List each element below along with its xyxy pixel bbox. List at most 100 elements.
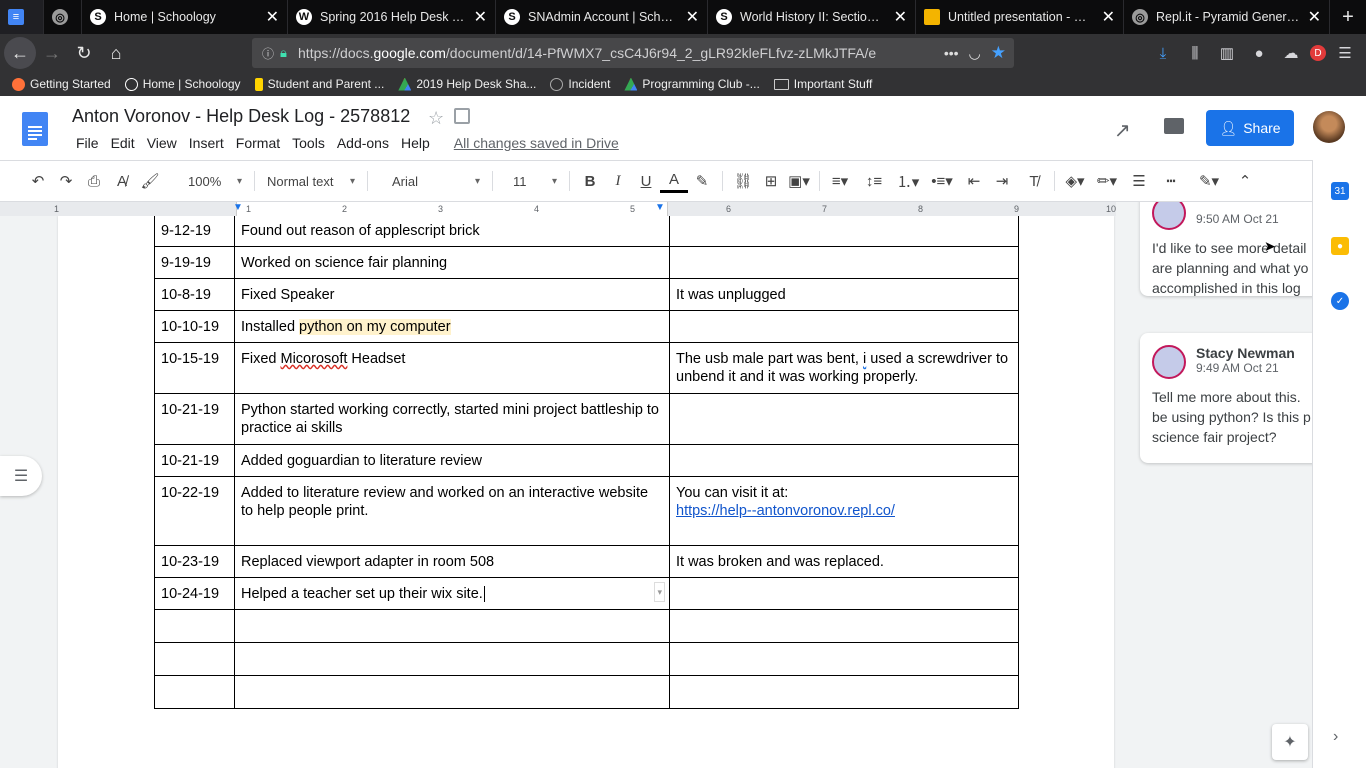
date-cell[interactable]: 10-22-19 bbox=[154, 476, 235, 546]
table-row[interactable]: 10-21-19 Added goguardian to literature r… bbox=[154, 444, 1019, 477]
style-select[interactable]: Normal text bbox=[261, 167, 361, 195]
table-row[interactable]: 10-23-19 Replaced viewport adapter in roo… bbox=[154, 545, 1019, 578]
notes-cell[interactable]: It was unplugged bbox=[669, 278, 1019, 311]
collapse-toolbar-icon[interactable]: ⌃ bbox=[1231, 167, 1259, 195]
table-row[interactable]: 9-12-19 Found out reason of applescript b… bbox=[154, 216, 1019, 247]
close-icon[interactable]: ✕ bbox=[1308, 7, 1321, 27]
tab-snadmin[interactable]: S SNAdmin Account | Schoolo ✕ bbox=[496, 0, 708, 34]
notes-cell[interactable] bbox=[669, 246, 1019, 279]
notes-cell[interactable] bbox=[669, 310, 1019, 343]
notes-cell[interactable]: You can visit it at: https://help--antonv… bbox=[669, 476, 1019, 546]
highlight-icon[interactable]: ✎ bbox=[688, 167, 716, 195]
table-row[interactable]: 10-8-19 Fixed Speaker It was unplugged bbox=[154, 278, 1019, 311]
empty-cell[interactable] bbox=[154, 642, 235, 676]
table-row[interactable]: 10-21-19 Python started working correctly… bbox=[154, 393, 1019, 445]
bookmark-incident[interactable]: Incident bbox=[550, 77, 610, 91]
increase-indent-icon[interactable]: ⇥ bbox=[988, 167, 1016, 195]
tasks-icon[interactable]: ✓ bbox=[1331, 292, 1349, 310]
work-cell[interactable]: Python started working correctly, starte… bbox=[234, 393, 670, 445]
table-row[interactable]: 10-24-19 Helped a teacher set up their wi… bbox=[154, 577, 1019, 610]
notes-cell[interactable]: The usb male part was bent, i used a scr… bbox=[669, 342, 1019, 394]
border-width-icon[interactable]: ☰ bbox=[1125, 167, 1153, 195]
clear-formatting-icon[interactable]: T̸ bbox=[1020, 167, 1048, 195]
notes-cell[interactable] bbox=[669, 577, 1019, 610]
empty-cell[interactable] bbox=[234, 675, 670, 709]
work-cell[interactable]: Fixed Speaker bbox=[234, 278, 670, 311]
library-icon[interactable]: ⫼ bbox=[1182, 40, 1208, 66]
download-icon[interactable]: ⤓ bbox=[1150, 40, 1176, 66]
italic-icon[interactable]: I bbox=[604, 167, 632, 195]
add-comment-icon[interactable]: ⊞ bbox=[757, 167, 785, 195]
move-to-folder-icon[interactable] bbox=[454, 108, 470, 124]
table-row[interactable]: 10-10-19 Installed python on my computer bbox=[154, 310, 1019, 343]
help-desk-log-table[interactable]: 9-12-19 Found out reason of applescript b… bbox=[154, 216, 1019, 709]
tab-docs[interactable]: ≡ bbox=[0, 0, 44, 34]
print-icon[interactable]: ⎙ bbox=[80, 167, 108, 195]
menu-file[interactable]: File bbox=[70, 135, 105, 151]
explore-button[interactable]: ✦ bbox=[1272, 724, 1308, 760]
reload-button[interactable]: ↻ bbox=[68, 37, 100, 69]
menu-help[interactable]: Help bbox=[395, 135, 436, 151]
date-cell[interactable]: 10-15-19 bbox=[154, 342, 235, 394]
paint-format-icon[interactable]: 🖌︎ bbox=[136, 167, 164, 195]
date-cell[interactable]: 9-19-19 bbox=[154, 246, 235, 279]
link-icon[interactable]: ⛓ bbox=[729, 167, 757, 195]
menu-edit[interactable]: Edit bbox=[105, 135, 141, 151]
ruler[interactable]: 1 1 2 3 4 5 6 7 8 9 10 ▼ ▼ bbox=[0, 202, 1116, 216]
home-button[interactable]: ⌂ bbox=[100, 37, 132, 69]
extension-icon[interactable]: ☁ bbox=[1278, 40, 1304, 66]
sidebar-icon[interactable]: ▥ bbox=[1214, 40, 1240, 66]
avatar[interactable] bbox=[1313, 111, 1345, 143]
zoom-select[interactable]: 100% bbox=[182, 167, 248, 195]
comment-card[interactable]: Stacy Newman 9:49 AM Oct 21 Tell me more… bbox=[1140, 333, 1312, 463]
date-cell[interactable]: 10-21-19 bbox=[154, 444, 235, 477]
empty-cell[interactable] bbox=[154, 675, 235, 709]
bulleted-list-icon[interactable]: •≡▾ bbox=[928, 167, 956, 195]
table-row[interactable]: 10-22-19 Added to literature review and w… bbox=[154, 476, 1019, 546]
bookmark-getting-started[interactable]: Getting Started bbox=[12, 77, 111, 91]
numbered-list-icon[interactable]: ⒈▾ bbox=[894, 167, 922, 195]
info-icon[interactable]: ⓘ bbox=[262, 45, 274, 62]
tab-schoology-home[interactable]: S Home | Schoology ✕ bbox=[82, 0, 288, 34]
more-icon[interactable]: ••• bbox=[944, 45, 959, 61]
misspelled-word[interactable]: Micorosoft bbox=[281, 351, 348, 367]
back-button[interactable]: ← bbox=[4, 37, 36, 69]
align-icon[interactable]: ≡▾ bbox=[826, 167, 854, 195]
tab-help-desk-team[interactable]: W Spring 2016 Help Desk Team ✕ bbox=[288, 0, 496, 34]
bookmark-help-desk-share[interactable]: 2019 Help Desk Sha... bbox=[398, 77, 536, 91]
table-row[interactable]: 9-19-19 Worked on science fair planning bbox=[154, 246, 1019, 279]
share-button[interactable]: 👤︎ Share bbox=[1206, 110, 1294, 146]
bookmark-star-icon[interactable]: ★ bbox=[991, 43, 1006, 63]
table-row[interactable]: 10-15-19 Fixed Micorosoft Headset The usb … bbox=[154, 342, 1019, 394]
close-icon[interactable]: ✕ bbox=[266, 7, 279, 27]
insert-image-icon[interactable]: ▣▾ bbox=[785, 167, 813, 195]
empty-cell[interactable] bbox=[154, 609, 235, 643]
tab-replit[interactable]: ◎ bbox=[44, 0, 82, 34]
save-status[interactable]: All changes saved in Drive bbox=[448, 135, 625, 151]
account-icon[interactable]: ● bbox=[1246, 40, 1272, 66]
close-icon[interactable]: ✕ bbox=[1102, 7, 1115, 27]
font-select[interactable]: Arial bbox=[386, 167, 486, 195]
close-icon[interactable]: ✕ bbox=[686, 7, 699, 27]
menu-view[interactable]: View bbox=[141, 135, 183, 151]
text-color-icon[interactable]: A bbox=[660, 169, 688, 193]
undo-icon[interactable]: ↶ bbox=[24, 167, 52, 195]
menu-addons[interactable]: Add-ons bbox=[331, 135, 395, 151]
bookmark-schoology[interactable]: Home | Schoology bbox=[124, 77, 241, 91]
menu-icon[interactable]: ☰ bbox=[1332, 40, 1358, 66]
docs-logo-icon[interactable] bbox=[22, 112, 48, 146]
tab-world-history[interactable]: S World History II: Section 2 | ✕ bbox=[708, 0, 916, 34]
notes-cell[interactable]: It was broken and was replaced. bbox=[669, 545, 1019, 578]
bookmark-programming-club[interactable]: Programming Club -... bbox=[624, 77, 760, 91]
date-cell[interactable]: 10-21-19 bbox=[154, 393, 235, 445]
date-cell[interactable]: 9-12-19 bbox=[154, 216, 235, 247]
border-color-icon[interactable]: ✏▾ bbox=[1093, 167, 1121, 195]
line-spacing-icon[interactable]: ↕≡ bbox=[860, 167, 888, 195]
date-cell[interactable]: 10-24-19 bbox=[154, 577, 235, 610]
underline-icon[interactable]: U bbox=[632, 167, 660, 195]
profile-badge[interactable]: D bbox=[1310, 45, 1326, 61]
decrease-indent-icon[interactable]: ⇤ bbox=[960, 167, 988, 195]
work-cell[interactable]: Helped a teacher set up their wix site. ▾ bbox=[234, 577, 670, 610]
calendar-icon[interactable]: 31 bbox=[1331, 182, 1349, 200]
new-tab-button[interactable]: + bbox=[1330, 0, 1366, 34]
